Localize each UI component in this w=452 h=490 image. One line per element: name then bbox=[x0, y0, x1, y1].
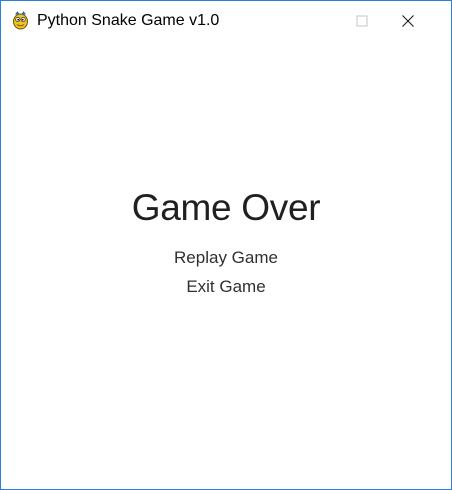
pygame-snake-icon bbox=[12, 11, 29, 30]
game-window: Python Snake Game v1.0 Game Over Replay … bbox=[0, 0, 452, 490]
maximize-icon bbox=[356, 15, 368, 26]
minimize-button[interactable] bbox=[293, 1, 339, 40]
close-icon bbox=[402, 14, 414, 27]
game-canvas[interactable]: Game Over Replay Game Exit Game bbox=[1, 40, 451, 489]
exit-game-option[interactable]: Exit Game bbox=[1, 276, 451, 298]
maximize-button[interactable] bbox=[339, 1, 385, 40]
replay-game-option[interactable]: Replay Game bbox=[1, 247, 451, 269]
game-over-heading: Game Over bbox=[131, 187, 321, 228]
close-button[interactable] bbox=[385, 1, 431, 40]
window-title: Python Snake Game v1.0 bbox=[37, 12, 220, 29]
minimize-icon bbox=[310, 20, 322, 21]
title-bar[interactable]: Python Snake Game v1.0 bbox=[1, 1, 451, 41]
